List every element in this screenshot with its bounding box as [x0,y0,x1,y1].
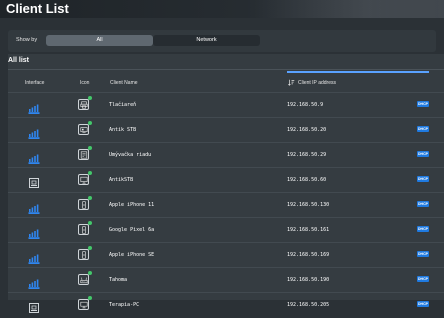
online-status-dot [88,121,92,125]
table-row[interactable]: AntikSTB 192.168.50.60 DHCP [8,167,444,193]
dhcp-badge: DHCP [417,126,429,132]
column-header-icon[interactable]: Icon [80,80,89,86]
client-ip: 192.168.50.29 [287,152,327,158]
table-row[interactable]: Tahoma 192.168.50.190 DHCP [8,267,444,293]
table-row[interactable]: Apple iPhone 11 192.168.50.130 DHCP [8,192,444,218]
table-row[interactable]: Apple iPhone SE 192.168.50.169 DHCP [8,242,444,268]
phone-icon[interactable] [78,249,89,260]
column-header-client-ip[interactable]: Client IP address [298,80,336,86]
printer-icon[interactable] [78,99,89,110]
table-row[interactable]: Terapia-PC 192.168.50.205 DHCP [8,292,444,318]
client-ip: 192.168.50.169 [287,252,330,258]
wifi-signal-icon [28,124,40,139]
phone-icon[interactable] [78,224,89,235]
client-ip: 192.168.50.60 [287,177,327,183]
dhcp-badge: DHCP [417,301,429,307]
dhcp-badge: DHCP [417,201,429,207]
header-background-blur [254,0,444,18]
dhcp-badge: DHCP [417,276,429,282]
dhcp-badge: DHCP [417,101,429,107]
sort-icon[interactable] [288,79,295,86]
client-name[interactable]: Apple iPhone SE [109,252,154,258]
wifi-signal-icon [28,149,40,164]
online-status-dot [88,296,92,300]
client-name[interactable]: AntikSTB [109,177,133,183]
dhcp-badge: DHCP [417,151,429,157]
show-by-bar: Show by All Network [8,30,436,52]
dishwasher-icon[interactable] [78,149,89,160]
tv-box-icon[interactable] [78,124,89,135]
tv-icon[interactable] [78,174,89,185]
section-title: All list [8,57,30,64]
online-status-dot [88,96,92,100]
online-status-dot [88,146,92,150]
wifi-signal-icon [28,224,40,239]
client-name[interactable]: Terapia-PC [109,302,139,308]
show-by-network-button[interactable]: Network [153,35,260,46]
wifi-signal-icon [28,249,40,264]
router-icon[interactable] [78,274,89,285]
client-name[interactable]: Google Pixel 6a [109,227,154,233]
client-ip: 192.168.50.9 [287,102,324,108]
wifi-signal-icon [28,99,40,114]
online-status-dot [88,171,92,175]
column-header-interface[interactable]: Interface [25,80,44,86]
client-ip: 192.168.50.161 [287,227,330,233]
dhcp-badge: DHCP [417,226,429,232]
online-status-dot [88,196,92,200]
client-ip: 192.168.50.190 [287,277,330,283]
sort-indicator [287,71,429,73]
wired-icon [28,299,40,313]
page-title: Client List [6,1,69,16]
client-name[interactable]: Apple iPhone 11 [109,202,154,208]
table-row[interactable]: Tlačiareň 192.168.50.9 DHCP [8,92,444,118]
client-name[interactable]: Tahoma [109,277,127,283]
online-status-dot [88,221,92,225]
online-status-dot [88,246,92,250]
table-row[interactable]: Google Pixel 6a 192.168.50.161 DHCP [8,217,444,243]
show-by-label: Show by [16,37,38,43]
client-name[interactable]: Umývačka riadu [109,152,151,158]
wired-icon [28,174,40,188]
wifi-signal-icon [28,199,40,214]
pc-icon[interactable] [78,299,89,310]
online-status-dot [88,271,92,275]
dhcp-badge: DHCP [417,251,429,257]
wifi-signal-icon [28,274,40,289]
client-name[interactable]: Tlačiareň [109,102,136,108]
client-ip: 192.168.50.20 [287,127,327,133]
table-row[interactable]: Antik STB 192.168.50.20 DHCP [8,117,444,143]
client-ip: 192.168.50.205 [287,302,330,308]
header-bar: Client List [0,0,444,18]
client-ip: 192.168.50.130 [287,202,330,208]
client-name[interactable]: Antik STB [109,127,136,133]
column-header-client-name[interactable]: Client Name [110,80,138,86]
divider [8,69,444,70]
phone-icon[interactable] [78,199,89,210]
table-row[interactable]: Umývačka riadu 192.168.50.29 DHCP [8,142,444,168]
show-by-all-button[interactable]: All [46,35,153,46]
dhcp-badge: DHCP [417,176,429,182]
